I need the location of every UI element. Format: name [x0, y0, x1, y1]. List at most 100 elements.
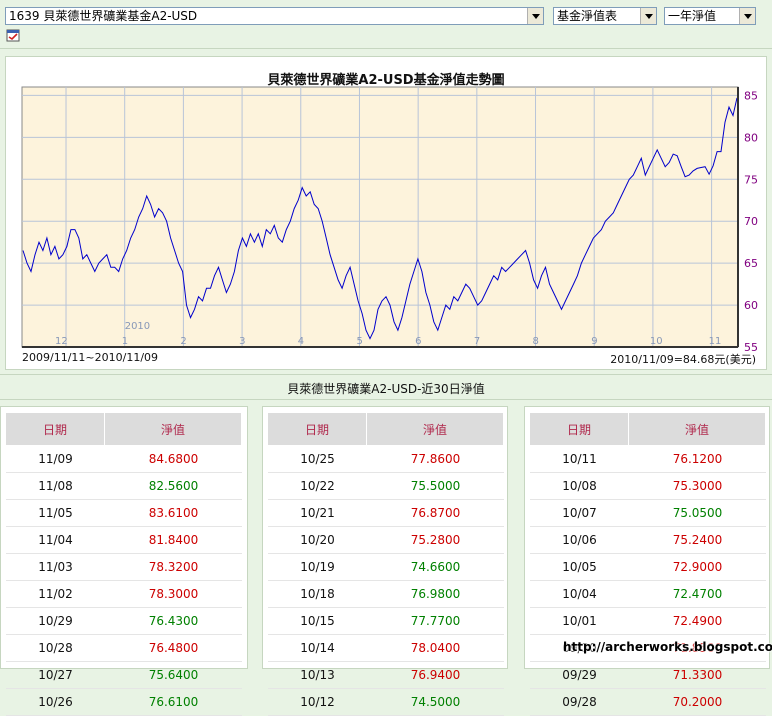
nav-cell: 78.3000 — [105, 581, 242, 608]
date-cell: 10/22 — [268, 473, 367, 500]
watermark: http://archerworks.blogspot.com — [563, 640, 772, 654]
nav-cell: 77.7700 — [367, 608, 504, 635]
nav-header: 淨值 — [367, 413, 504, 446]
nav-cell: 75.2800 — [367, 527, 504, 554]
date-cell: 10/05 — [530, 554, 629, 581]
nav-cell: 76.4800 — [105, 635, 242, 662]
date-header: 日期 — [530, 413, 629, 446]
date-cell: 10/08 — [530, 473, 629, 500]
date-cell: 10/15 — [268, 608, 367, 635]
table-row: 11/02 78.3000 — [6, 581, 242, 608]
nav-table-panel-1: 日期 淨值 11/09 84.6800 11/08 82.5600 11/05 83.6100… — [0, 406, 248, 716]
nav-cell: 82.5600 — [105, 473, 242, 500]
table-row: 10/26 76.6100 — [6, 689, 242, 716]
x-tick-label: 2 — [180, 336, 186, 347]
nav-cell: 76.8700 — [367, 500, 504, 527]
table-row: 11/09 84.6800 — [6, 446, 242, 473]
date-cell: 11/03 — [6, 554, 105, 581]
date-cell: 10/26 — [6, 689, 105, 716]
table-row: 10/27 75.6400 — [6, 662, 242, 689]
table-row: 10/28 76.4800 — [6, 635, 242, 662]
table-row: 11/04 81.8400 — [6, 527, 242, 554]
table-row: 10/14 78.0400 — [268, 635, 504, 662]
nav-cell: 72.4900 — [629, 608, 766, 635]
nav-cell: 76.9400 — [367, 662, 504, 689]
table-row: 10/12 74.5000 — [268, 689, 504, 716]
y-tick-label: 75 — [744, 173, 758, 186]
nav-cell: 84.6800 — [105, 446, 242, 473]
table-row: 10/05 72.9000 — [530, 554, 766, 581]
nav-cell: 78.3200 — [105, 554, 242, 581]
table-row: 11/03 78.3200 — [6, 554, 242, 581]
date-cell: 11/05 — [6, 500, 105, 527]
table-row: 10/13 76.9400 — [268, 662, 504, 689]
table-row: 10/01 72.4900 — [530, 608, 766, 635]
y-tick-label: 80 — [744, 131, 758, 144]
table-row: 09/28 70.2000 — [530, 689, 766, 716]
nav-cell: 75.6400 — [105, 662, 242, 689]
date-cell: 10/28 — [6, 635, 105, 662]
nav-cell: 75.0500 — [629, 500, 766, 527]
nav-cell: 75.5000 — [367, 473, 504, 500]
x-tick-label: 8 — [533, 336, 539, 347]
table-row: 10/19 74.6600 — [268, 554, 504, 581]
nav-cell: 72.9000 — [629, 554, 766, 581]
nav-cell: 77.8600 — [367, 446, 504, 473]
table-row: 10/04 72.4700 — [530, 581, 766, 608]
date-cell: 10/06 — [530, 527, 629, 554]
chart-title: 貝萊德世界礦業A2-USD基金淨值走勢圖 — [267, 73, 505, 88]
date-cell: 10/13 — [268, 662, 367, 689]
x-tick-label: 4 — [298, 336, 304, 347]
y-tick-label: 70 — [744, 215, 758, 228]
date-cell: 10/21 — [268, 500, 367, 527]
y-tick-label: 85 — [744, 89, 758, 102]
date-cell: 10/27 — [6, 662, 105, 689]
nav-cell: 76.4300 — [105, 608, 242, 635]
table-row: 11/05 83.6100 — [6, 500, 242, 527]
table-row: 10/15 77.7700 — [268, 608, 504, 635]
table-row: 11/08 82.5600 — [6, 473, 242, 500]
x-tick-label: 5 — [356, 336, 362, 347]
table-row: 10/11 76.1200 — [530, 446, 766, 473]
table-row: 10/08 75.3000 — [530, 473, 766, 500]
table-row: 09/29 71.3300 — [530, 662, 766, 689]
table-row: 10/21 76.8700 — [268, 500, 504, 527]
nav-cell: 72.4700 — [629, 581, 766, 608]
table-row: 10/18 76.9800 — [268, 581, 504, 608]
date-cell: 10/20 — [268, 527, 367, 554]
date-cell: 10/04 — [530, 581, 629, 608]
nav-table: 日期 淨值 10/25 77.8600 10/22 75.5000 10/21 76.8700… — [268, 413, 504, 716]
section-title: 貝萊德世界礦業A2-USD-近30日淨值 — [287, 382, 485, 396]
nav-table: 日期 淨值 11/09 84.6800 11/08 82.5600 11/05 83.6100… — [6, 413, 242, 716]
nav-table-panel-3: 日期 淨值 10/11 76.1200 10/08 75.3000 10/07 75.0500… — [524, 406, 770, 716]
date-cell: 09/28 — [530, 689, 629, 716]
x-tick-label: 7 — [474, 336, 480, 347]
y-tick-label: 60 — [744, 299, 758, 312]
year-label: 2010 — [125, 321, 150, 332]
date-cell: 11/09 — [6, 446, 105, 473]
latest-nav: 2010/11/09=84.68元(美元) — [610, 353, 756, 366]
nav-cell: 81.8400 — [105, 527, 242, 554]
table-row: 10/25 77.8600 — [268, 446, 504, 473]
nav-cell: 71.3300 — [629, 662, 766, 689]
nav-header: 淨值 — [629, 413, 766, 446]
date-cell: 10/29 — [6, 608, 105, 635]
x-tick-label: 9 — [591, 336, 597, 347]
date-header: 日期 — [268, 413, 367, 446]
nav-table-panel-2: 日期 淨值 10/25 77.8600 10/22 75.5000 10/21 76.8700… — [262, 406, 508, 716]
nav-header: 淨值 — [105, 413, 242, 446]
table-header-row: 日期 淨值 — [6, 413, 242, 446]
plot-area — [21, 86, 739, 348]
nav-chart: 5560657075808512 1 2 3 4 5 6 7 8 9 10 112010 — [21, 86, 758, 354]
date-cell: 10/07 — [530, 500, 629, 527]
table-header-row: 日期 淨值 — [530, 413, 766, 446]
nav-cell: 76.1200 — [629, 446, 766, 473]
table-row: 10/06 75.2400 — [530, 527, 766, 554]
x-tick-label: 11 — [709, 336, 722, 347]
date-cell: 10/18 — [268, 581, 367, 608]
x-tick-label: 3 — [239, 336, 245, 347]
date-header: 日期 — [6, 413, 105, 446]
nav-table: 日期 淨值 10/11 76.1200 10/08 75.3000 10/07 75.0500… — [530, 413, 766, 716]
x-tick-label: 12 — [55, 336, 68, 347]
table-header-row: 日期 淨值 — [268, 413, 504, 446]
